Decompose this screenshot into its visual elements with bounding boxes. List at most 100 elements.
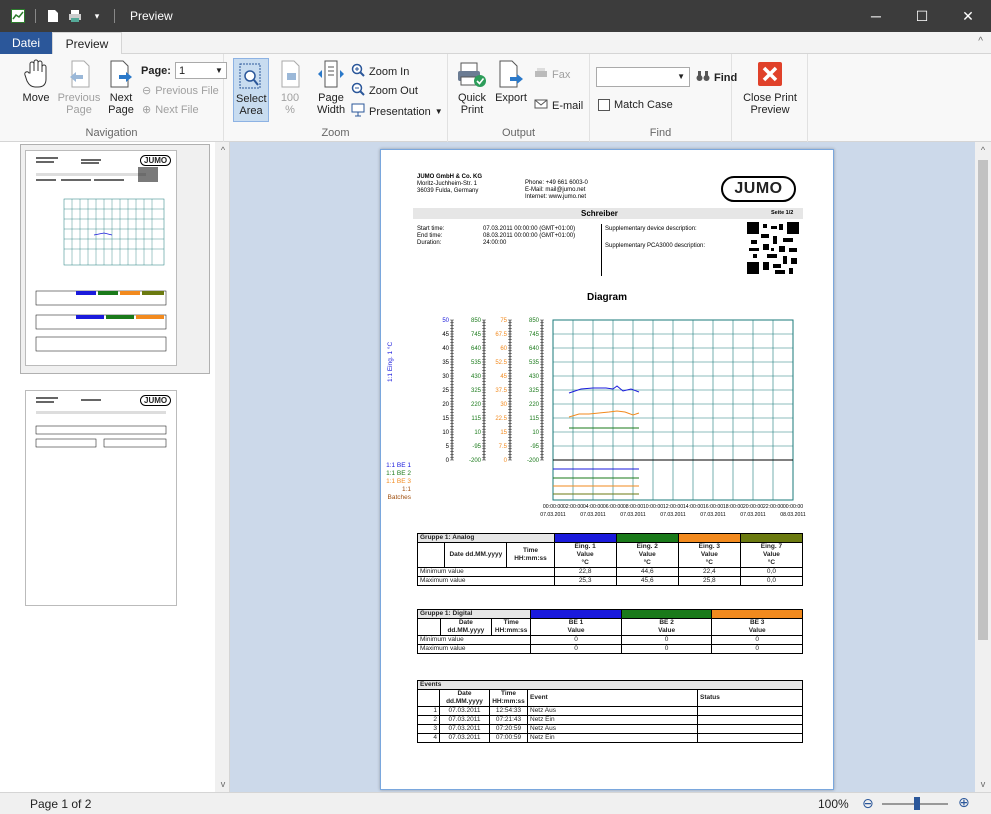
scroll-up-icon[interactable]: ^ xyxy=(975,142,991,158)
page-width-button[interactable]: Page Width xyxy=(313,58,349,116)
x-tick-label: 06:00:00 xyxy=(603,504,623,510)
x-date-label: 08.03.2011 xyxy=(780,512,806,518)
x-tick-label: 14:00:00 xyxy=(683,504,703,510)
x-tick-label: 00:00:00 xyxy=(543,504,563,510)
title-bar: ▾ Preview ─ ☐ ✕ xyxy=(0,0,991,32)
table-row: Minimum value 22,8 44,6 22,4 0,0 xyxy=(417,567,804,577)
export-button[interactable]: Export xyxy=(494,58,528,104)
table-row: 1 07.03.2011 12:54:33 Netz Aus xyxy=(417,706,803,716)
previous-page-button[interactable]: Previous Page xyxy=(56,58,102,116)
quick-print-button[interactable]: Quick Print xyxy=(455,58,489,116)
magnifier-select-icon xyxy=(235,59,267,91)
page-width-icon xyxy=(315,58,347,90)
zoom-percent: 100% xyxy=(818,797,849,811)
zoom-in-button[interactable]: Zoom In xyxy=(351,63,409,80)
analog-table: Gruppe 1: Analog Date dd.MM.yyyy Time HH… xyxy=(416,533,804,586)
circle-arrow-left-icon: ⊖ xyxy=(142,85,152,97)
y-tick-label: 325 xyxy=(529,388,540,394)
print-icon[interactable] xyxy=(67,8,83,24)
report-page: JUMO GmbH & Co. KG Moritz-Juchheim-Str. … xyxy=(380,149,834,790)
move-button[interactable]: Move xyxy=(18,58,54,104)
scrollbar-thumb[interactable] xyxy=(978,160,988,640)
y-tick-label: 115 xyxy=(471,416,481,422)
minimize-button[interactable]: ─ xyxy=(853,0,899,32)
fax-label: Fax xyxy=(552,68,571,81)
y-tick-label: 60 xyxy=(500,346,507,352)
export-label: Export xyxy=(495,92,527,104)
col-channel: Eing. 1 Value °C xyxy=(553,542,617,568)
close-button[interactable]: ✕ xyxy=(945,0,991,32)
y-tick-label: 0 xyxy=(504,458,508,464)
y-tick-label: 15 xyxy=(500,430,507,436)
customize-dropdown-icon[interactable]: ▾ xyxy=(89,8,105,24)
close-print-preview-button[interactable]: Close Print Preview xyxy=(738,58,802,116)
page-number-text: Seite 1/2 xyxy=(771,210,794,216)
channel-color xyxy=(530,609,622,619)
chevron-down-icon: ▼ xyxy=(434,107,443,116)
maximize-button[interactable]: ☐ xyxy=(899,0,945,32)
thumbnail-page-2-preview xyxy=(35,397,167,448)
y-tick-label: 67.5 xyxy=(495,332,507,338)
previous-file-button[interactable]: ⊖ Previous File xyxy=(142,84,219,98)
quick-access-toolbar: ▾ Preview xyxy=(0,8,173,24)
zoom-group-label: Zoom xyxy=(321,127,350,139)
duration-label: Duration: xyxy=(417,240,442,246)
thumbnail-page-1[interactable]: JUMO xyxy=(25,150,177,366)
channel-color xyxy=(620,609,713,619)
y-tick-label: 220 xyxy=(529,402,540,408)
tab-file[interactable]: Datei xyxy=(0,32,52,54)
quick-print-icon xyxy=(456,58,488,90)
company-contact: Phone: +49 661 6003-0 E-Mail: mail@jumo.… xyxy=(525,180,588,201)
start-time-label: Start time: xyxy=(417,226,445,232)
match-case-checkbox[interactable]: Match Case xyxy=(598,99,673,111)
zoom-group: Select Area 100 % Page Width Zoom In Zoo… xyxy=(224,54,448,142)
next-page-button[interactable]: Next Page xyxy=(104,58,138,116)
y-tick-label: 115 xyxy=(529,416,539,422)
y-tick-label: 30 xyxy=(442,374,449,380)
preview-scrollbar[interactable]: ^ v xyxy=(975,142,991,792)
next-page-label: Next Page xyxy=(108,92,134,116)
thumbnail-scrollbar[interactable]: ^ v xyxy=(215,142,229,792)
scroll-up-icon[interactable]: ^ xyxy=(215,142,231,158)
y-tick-label: 745 xyxy=(471,332,482,338)
next-file-button[interactable]: ⊕ Next File xyxy=(142,103,199,117)
zoom-out-button[interactable]: Zoom Out xyxy=(351,82,418,99)
x-date-label: 07.03.2011 xyxy=(660,512,686,518)
find-input[interactable]: ▼ xyxy=(596,67,690,87)
x-tick-label: 12:00:00 xyxy=(663,504,683,510)
tab-preview[interactable]: Preview xyxy=(52,32,122,55)
zoom-out-label: Zoom Out xyxy=(369,84,418,97)
ribbon: Move Previous Page Next Page Page: 1 ▼ ⊖… xyxy=(0,54,991,142)
y-tick-label: 430 xyxy=(529,374,540,380)
y-tick-label: 10 xyxy=(532,430,539,436)
collapse-ribbon-icon[interactable]: ^ xyxy=(978,36,983,47)
presentation-icon xyxy=(351,103,365,120)
zoom-slider-knob[interactable] xyxy=(914,797,920,810)
zoom-in-icon[interactable]: ⊕ xyxy=(958,794,970,811)
chevron-down-icon: ▼ xyxy=(677,72,685,81)
zoom-out-icon[interactable]: ⊖ xyxy=(862,795,874,812)
new-document-icon[interactable] xyxy=(45,8,61,24)
digital-label-be3: 1:1 BE 3 xyxy=(386,478,411,485)
presentation-dropdown[interactable]: Presentation ▼ xyxy=(351,103,443,120)
email-button[interactable]: E-mail xyxy=(534,98,583,113)
section-title: Schreiber xyxy=(581,209,618,218)
y-tick-label: 220 xyxy=(471,402,482,408)
thumbnail-page-1-preview xyxy=(35,157,167,352)
y-tick-label: 745 xyxy=(529,332,540,338)
page-number-dropdown[interactable]: 1 ▼ xyxy=(174,62,227,79)
digital-table: Gruppe 1: Digital Date dd.MM.yyyy Time H… xyxy=(416,609,803,654)
qr-code xyxy=(747,222,799,274)
zoom-100-button[interactable]: 100 % xyxy=(275,58,305,116)
next-file-label: Next File xyxy=(155,103,199,116)
circle-arrow-right-icon: ⊕ xyxy=(142,104,152,116)
fax-button[interactable]: Fax xyxy=(534,67,570,82)
presentation-label: Presentation xyxy=(369,105,431,118)
page-width-label: Page Width xyxy=(316,92,346,116)
scroll-down-icon[interactable]: v xyxy=(975,776,991,792)
scroll-down-icon[interactable]: v xyxy=(215,776,231,792)
zoom-100-label: 100 % xyxy=(280,92,300,116)
select-area-button[interactable]: Select Area xyxy=(233,58,269,122)
thumbnail-page-2[interactable]: JUMO xyxy=(25,390,177,606)
fax-icon xyxy=(534,67,548,82)
